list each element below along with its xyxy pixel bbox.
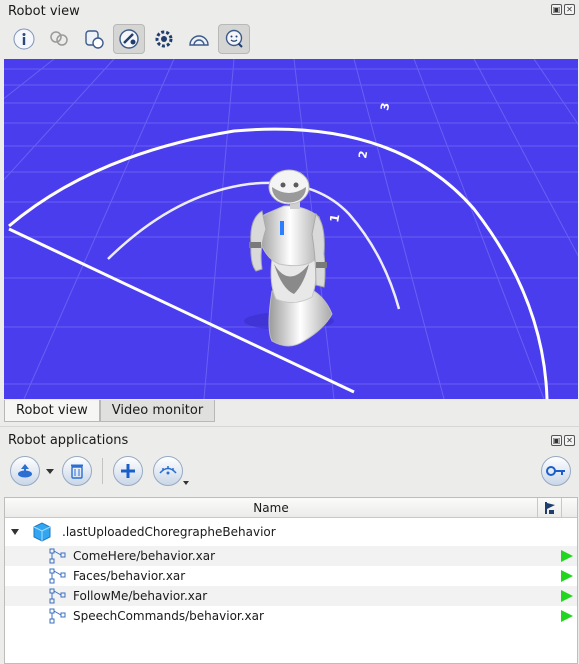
package-cube-icon xyxy=(33,522,51,542)
camera-icon xyxy=(85,30,104,49)
tree-root-row[interactable]: .lastUploadedChoregrapheBehavior xyxy=(5,518,577,546)
list-item-label: Faces/behavior.xar xyxy=(73,569,186,583)
key-icon xyxy=(546,466,565,476)
face-search-button[interactable] xyxy=(218,24,250,54)
dropdown-arrow-icon[interactable] xyxy=(46,467,54,475)
behavior-icon xyxy=(49,588,66,604)
connection-key-button[interactable] xyxy=(541,456,571,486)
robot-applications-title: Robot applications xyxy=(8,432,129,448)
play-icon[interactable] xyxy=(561,610,573,622)
face-search-icon xyxy=(225,29,243,48)
robot-view-title-bar: Robot view ▣ ✕ xyxy=(0,1,579,21)
people-icon xyxy=(50,31,68,46)
delete-button[interactable] xyxy=(62,456,92,486)
sonar-button[interactable] xyxy=(183,24,215,54)
list-item[interactable]: Faces/behavior.xar xyxy=(5,566,577,586)
root-label: .lastUploadedChoregrapheBehavior xyxy=(62,525,276,539)
upload-icon xyxy=(18,464,32,478)
collapse-arrow-icon[interactable] xyxy=(10,527,20,537)
float-icon[interactable]: ▣ xyxy=(551,4,562,15)
robot-view-dock-controls: ▣ ✕ xyxy=(551,4,575,15)
close-icon[interactable]: ✕ xyxy=(564,4,575,15)
behavior-icon xyxy=(49,548,66,564)
package-icon xyxy=(159,466,177,475)
applications-tree: Name .lastUploadedChoregrapheBehavior Co… xyxy=(4,497,578,664)
gear-robot-button[interactable] xyxy=(148,24,180,54)
robot-tool-icon xyxy=(119,29,139,49)
list-item-label: ComeHere/behavior.xar xyxy=(73,549,216,563)
list-item[interactable]: SpeechCommands/behavior.xar xyxy=(5,606,577,626)
info-icon xyxy=(13,28,35,50)
play-icon[interactable] xyxy=(561,590,573,602)
float-icon[interactable]: ▣ xyxy=(551,435,562,446)
column-header-name[interactable]: Name xyxy=(5,498,537,517)
panel-splitter[interactable] xyxy=(0,426,579,427)
play-icon[interactable] xyxy=(561,550,573,562)
camera-button[interactable] xyxy=(78,24,110,54)
list-item[interactable]: FollowMe/behavior.xar xyxy=(5,586,577,606)
play-icon[interactable] xyxy=(561,570,573,582)
range-label-2: 2 xyxy=(356,150,370,160)
column-header-run[interactable] xyxy=(537,498,561,517)
robot-applications-dock-controls: ▣ ✕ xyxy=(551,435,575,446)
robot-3d-viewport[interactable]: 3 2 1 xyxy=(4,59,578,399)
robot-view-title: Robot view xyxy=(8,3,80,19)
pepper-robot-model xyxy=(244,169,334,347)
robot-applications-toolbar xyxy=(10,456,189,486)
robot-scene: 3 2 1 xyxy=(4,59,578,399)
info-button[interactable] xyxy=(8,24,40,54)
range-label-1: 1 xyxy=(327,213,342,224)
package-button[interactable] xyxy=(153,456,183,486)
list-item-label: FollowMe/behavior.xar xyxy=(73,589,208,603)
close-icon[interactable]: ✕ xyxy=(564,435,575,446)
flag-icon xyxy=(544,501,555,514)
sonar-icon xyxy=(189,35,209,46)
tree-header: Name xyxy=(5,498,577,518)
trash-icon xyxy=(71,464,83,479)
list-item[interactable]: ComeHere/behavior.xar xyxy=(5,546,577,566)
robot-view-tabs: Robot view Video monitor xyxy=(4,400,216,422)
people-button[interactable] xyxy=(43,24,75,54)
tab-video-monitor[interactable]: Video monitor xyxy=(99,400,216,422)
package-dropdown-icon[interactable] xyxy=(183,480,189,486)
robot-applications-title-bar: Robot applications ▣ ✕ xyxy=(0,430,579,450)
gear-robot-icon xyxy=(155,30,173,48)
add-button[interactable] xyxy=(113,456,143,486)
tab-robot-view[interactable]: Robot view xyxy=(4,400,100,422)
robot-tool-button[interactable] xyxy=(113,24,145,54)
toolbar-separator xyxy=(102,458,103,484)
plus-icon xyxy=(121,464,135,478)
list-item-label: SpeechCommands/behavior.xar xyxy=(73,609,264,623)
robot-view-toolbar xyxy=(8,24,250,54)
behavior-icon xyxy=(49,608,66,624)
upload-button[interactable] xyxy=(10,456,40,486)
behavior-icon xyxy=(49,568,66,584)
